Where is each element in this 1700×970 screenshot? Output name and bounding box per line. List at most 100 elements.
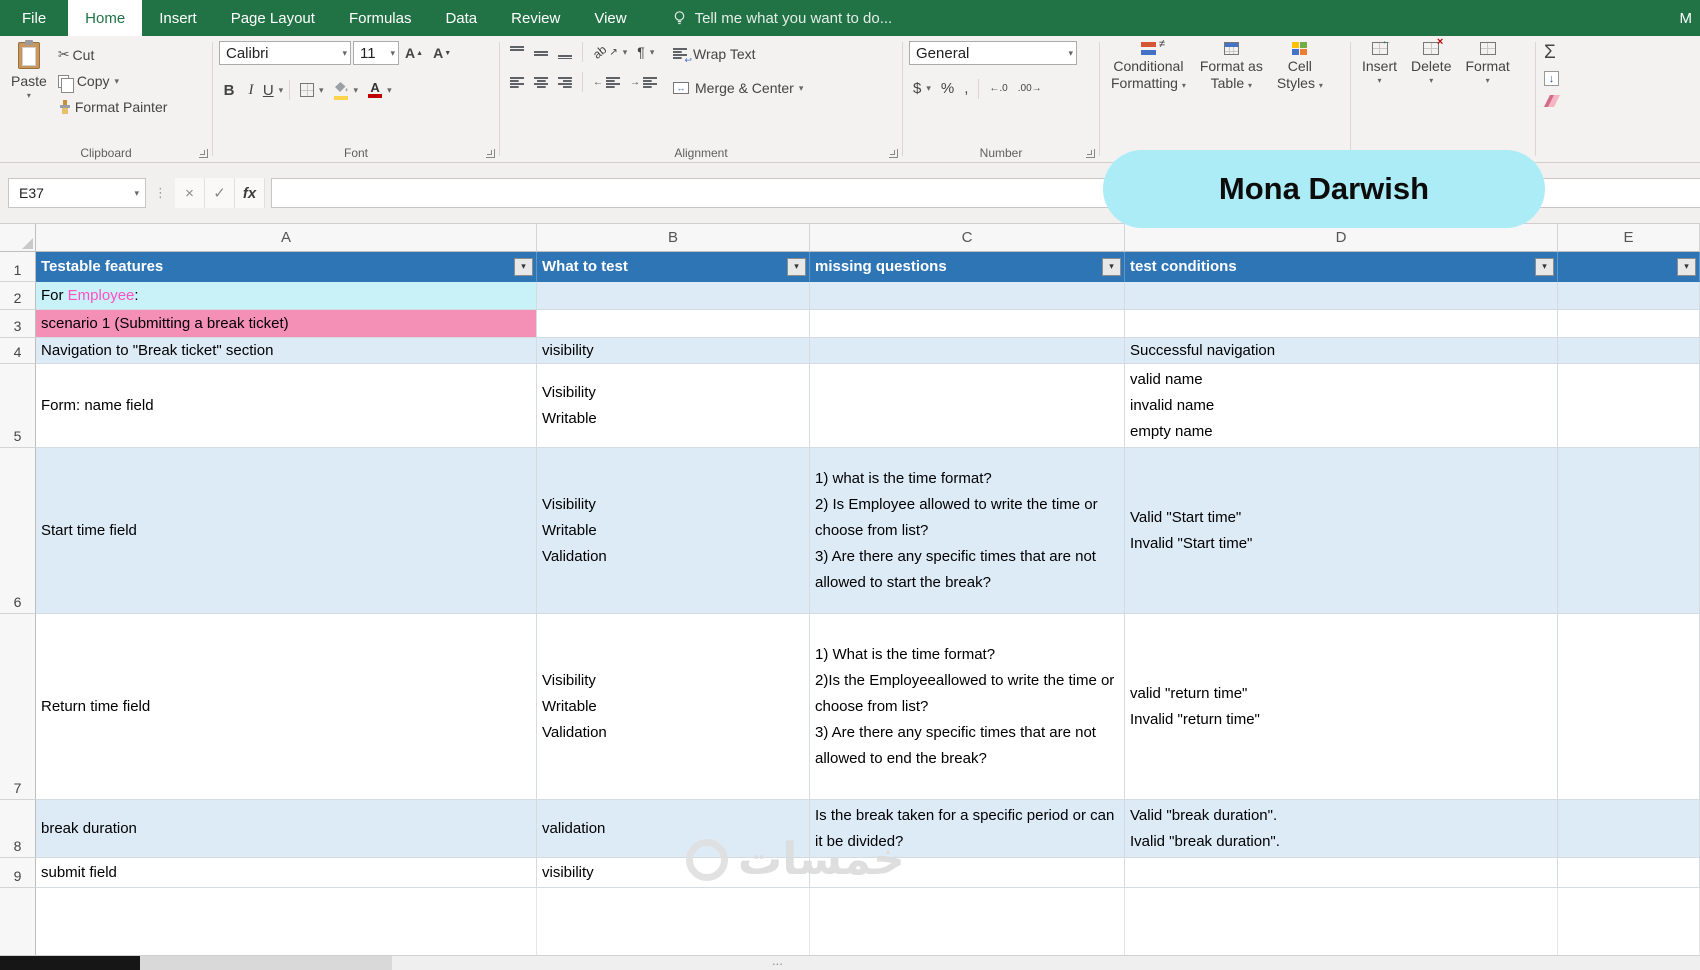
copy-dropdown-icon[interactable]: ▾ <box>115 76 120 87</box>
cell-E1[interactable]: ▾ <box>1558 252 1700 282</box>
number-format-select[interactable]: General ▾ <box>909 41 1077 65</box>
cell-B9[interactable]: visibility <box>537 858 810 888</box>
cell-E9[interactable] <box>1558 858 1700 888</box>
cell-C3[interactable] <box>810 310 1125 338</box>
underline-dropdown-icon[interactable]: ▾ <box>279 85 284 96</box>
row-header-3[interactable]: 3 <box>0 310 36 338</box>
filter-button-A[interactable]: ▾ <box>514 257 533 276</box>
cell-A9[interactable]: submit field <box>36 858 537 888</box>
font-name-select[interactable]: Calibri ▾ <box>219 41 351 65</box>
number-dialog-launcher[interactable] <box>1086 149 1095 158</box>
cell-E2[interactable] <box>1558 282 1700 310</box>
tab-home[interactable]: Home <box>68 0 143 36</box>
name-box[interactable]: E37 ▾ <box>8 178 146 208</box>
paste-dropdown-icon[interactable]: ▾ <box>27 91 31 100</box>
cell-C2[interactable] <box>810 282 1125 310</box>
filter-button-C[interactable]: ▾ <box>1102 257 1121 276</box>
account-initial[interactable]: M <box>1680 0 1700 36</box>
cell-E8[interactable] <box>1558 800 1700 858</box>
cell-A7[interactable]: Return time field <box>36 614 537 800</box>
cell-A8[interactable]: break duration <box>36 800 537 858</box>
paste-button[interactable]: Paste ▾ <box>4 38 54 144</box>
align-bottom-button[interactable] <box>554 43 576 62</box>
wrap-text-button[interactable]: ↩ Wrap Text <box>669 43 807 65</box>
column-header-E[interactable]: E <box>1558 224 1700 252</box>
cell-E7[interactable] <box>1558 614 1700 800</box>
clipboard-dialog-launcher[interactable] <box>199 149 208 158</box>
cell-B4[interactable]: visibility <box>537 338 810 364</box>
align-center-button[interactable] <box>530 74 552 91</box>
tab-page-layout[interactable]: Page Layout <box>214 0 332 36</box>
cell-A6[interactable]: Start time field <box>36 448 537 614</box>
empty-cell-area[interactable] <box>1558 888 1700 955</box>
underline-button[interactable]: U ▾ <box>263 79 283 102</box>
filter-button-E[interactable]: ▾ <box>1677 257 1696 276</box>
row-header-6[interactable]: 6 <box>0 448 36 614</box>
cell-E4[interactable] <box>1558 338 1700 364</box>
cell-B5[interactable]: Visibility Writable <box>537 364 810 448</box>
name-box-dropdown-icon[interactable]: ▾ <box>134 188 139 199</box>
tab-overflow-dots[interactable]: ... <box>772 953 783 968</box>
cell-C6[interactable]: 1) what is the time format? 2) Is Employ… <box>810 448 1125 614</box>
row-header-7[interactable]: 7 <box>0 614 36 800</box>
row-header-1[interactable]: 1 <box>0 252 36 282</box>
accounting-format-button[interactable]: $ ▾ <box>909 77 935 100</box>
insert-cells-button[interactable]: ← Insert ▾ <box>1355 36 1404 89</box>
cell-styles-button[interactable]: Cell Styles ▾ <box>1270 38 1330 97</box>
filter-button-B[interactable]: ▾ <box>787 257 806 276</box>
cell-A1[interactable]: Testable features ▾ <box>36 252 537 282</box>
cell-A3[interactable]: scenario 1 (Submitting a break ticket) <box>36 310 537 338</box>
cell-C5[interactable] <box>810 364 1125 448</box>
cell-B7[interactable]: Visibility Writable Validation <box>537 614 810 800</box>
tab-file[interactable]: File <box>0 0 68 36</box>
align-top-button[interactable] <box>506 43 528 62</box>
cell-D4[interactable]: Successful navigation <box>1125 338 1558 364</box>
text-direction-dropdown-icon[interactable]: ▾ <box>650 47 655 58</box>
column-header-A[interactable]: A <box>36 224 537 252</box>
align-right-button[interactable] <box>554 74 576 91</box>
sheet-tab-redacted[interactable] <box>0 956 140 970</box>
copy-button[interactable]: Copy ▾ <box>54 70 172 93</box>
cell-D6[interactable]: Valid "Start time" Invalid "Start time" <box>1125 448 1558 614</box>
cell-B2[interactable] <box>537 282 810 310</box>
cell-C4[interactable] <box>810 338 1125 364</box>
row-header-4[interactable]: 4 <box>0 338 36 364</box>
select-all-corner[interactable] <box>0 224 36 252</box>
conditional-formatting-button[interactable]: ≠ Conditional Formatting ▾ <box>1104 38 1193 97</box>
cell-A4[interactable]: Navigation to "Break ticket" section <box>36 338 537 364</box>
column-header-C[interactable]: C <box>810 224 1125 252</box>
fill-button[interactable]: ↓ <box>1540 68 1698 89</box>
format-as-table-button[interactable]: Format as Table ▾ <box>1193 38 1270 97</box>
borders-button[interactable]: ▾ <box>296 80 328 100</box>
cancel-button[interactable]: × <box>175 178 205 208</box>
bold-button[interactable]: B <box>219 79 239 102</box>
tab-data[interactable]: Data <box>428 0 494 36</box>
row-header-2[interactable]: 2 <box>0 282 36 310</box>
cell-B8[interactable]: validation <box>537 800 810 858</box>
row-header-9[interactable]: 9 <box>0 858 36 888</box>
tab-formulas[interactable]: Formulas <box>332 0 429 36</box>
cell-E3[interactable] <box>1558 310 1700 338</box>
empty-cell-area[interactable] <box>1125 888 1558 955</box>
fill-color-button[interactable]: ▾ <box>330 77 363 103</box>
enter-button[interactable]: ✓ <box>205 178 235 208</box>
cell-B6[interactable]: Visibility Writable Validation <box>537 448 810 614</box>
cell-D2[interactable] <box>1125 282 1558 310</box>
autosum-button[interactable]: Σ <box>1540 40 1698 65</box>
decrease-decimal-button[interactable]: .00→ <box>1014 80 1046 97</box>
percent-style-button[interactable]: % <box>937 77 958 100</box>
shrink-font-button[interactable]: A ▼ <box>429 42 455 64</box>
borders-dropdown-icon[interactable]: ▾ <box>319 85 324 96</box>
cell-D7[interactable]: valid "return time" Invalid "return time… <box>1125 614 1558 800</box>
column-header-D[interactable]: D <box>1125 224 1558 252</box>
cell-C7[interactable]: 1) What is the time format? 2)Is the Emp… <box>810 614 1125 800</box>
merge-dropdown-icon[interactable]: ▾ <box>799 83 804 94</box>
increase-decimal-button[interactable]: ←.0 <box>985 80 1011 97</box>
clear-button[interactable] <box>1540 92 1698 110</box>
drag-dots-icon[interactable]: ⋮ <box>154 185 167 201</box>
cell-E5[interactable] <box>1558 364 1700 448</box>
format-cells-button[interactable]: Format ▾ <box>1458 38 1516 89</box>
accounting-dropdown-icon[interactable]: ▾ <box>926 83 931 94</box>
cut-button[interactable]: ✂ Cut <box>54 43 172 66</box>
align-left-button[interactable] <box>506 74 528 91</box>
